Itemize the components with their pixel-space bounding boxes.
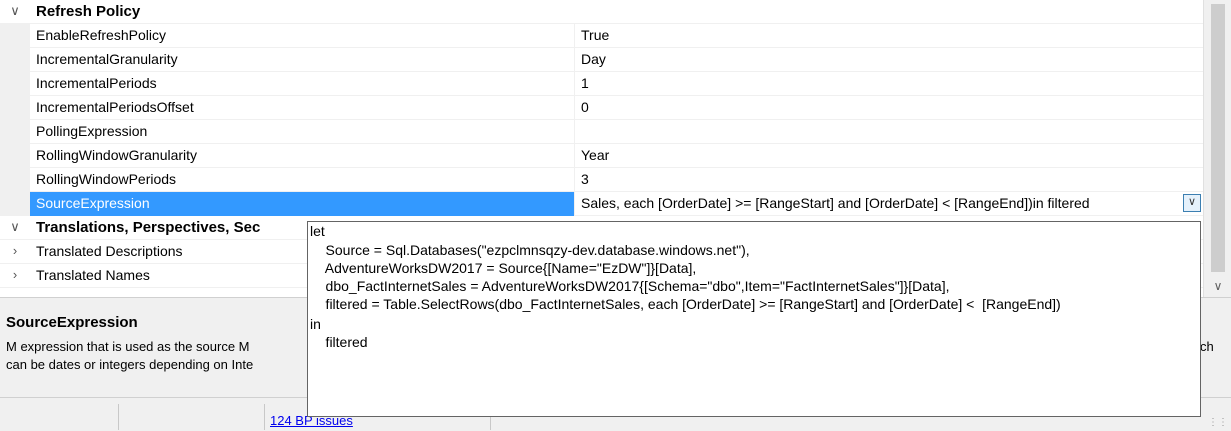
code-line: dbo_FactInternetSales = AdventureWorksDW… [310,278,950,294]
code-line: Source = Sql.Databases("ezpclmnsqzy-dev.… [310,242,750,258]
resize-grip-icon[interactable]: ⋮⋮ [1208,418,1228,428]
property-name: RollingWindowPeriods [36,171,177,187]
chevron-down-icon[interactable]: ∨ [0,0,30,24]
code-line: in [310,316,321,332]
code-line: filtered [310,334,368,350]
property-row-sourceexpression[interactable]: SourceExpression Sales, each [OrderDate]… [0,192,1203,216]
vertical-scrollbar[interactable]: ∨ [1203,0,1231,297]
help-description-tail: ch [1200,339,1214,354]
category-label: Refresh Policy [36,3,141,20]
property-name: IncrementalPeriodsOffset [36,99,194,115]
chevron-down-icon: ∨ [1187,196,1197,208]
scrollbar-thumb[interactable] [1211,4,1225,272]
scroll-down-icon[interactable]: ∨ [1204,277,1231,295]
code-line: filtered = Table.SelectRows(dbo_FactInte… [310,296,1061,312]
property-name: PollingExpression [36,123,148,139]
source-expression-value[interactable]: Sales, each [OrderDate] >= [RangeStart] … [581,195,1090,211]
property-value[interactable]: Year [574,144,1203,168]
status-segment [0,404,119,430]
property-row-incrementalperiodsoffset[interactable]: IncrementalPeriodsOffset 0 [0,96,1203,120]
code-line: let [310,223,325,239]
property-name: EnableRefreshPolicy [36,27,166,43]
property-value[interactable] [574,120,1203,144]
property-row-incrementalgranularity[interactable]: IncrementalGranularity Day [0,48,1203,72]
property-name: IncrementalGranularity [36,51,178,67]
property-row-enablerefreshpolicy[interactable]: EnableRefreshPolicy True [0,24,1203,48]
property-value[interactable]: Sales, each [OrderDate] >= [RangeStart] … [574,192,1203,216]
property-value[interactable]: Day [574,48,1203,72]
property-row-rollingwindowperiods[interactable]: RollingWindowPeriods 3 [0,168,1203,192]
property-row-pollingexpression[interactable]: PollingExpression [0,120,1203,144]
property-name: RollingWindowGranularity [36,147,198,163]
dropdown-button[interactable]: ∨ [1183,194,1201,212]
category-refresh-policy[interactable]: ∨ Refresh Policy [0,0,1203,24]
code-line: AdventureWorksDW2017 = Source{[Name="EzD… [310,260,697,276]
chevron-right-icon[interactable]: › [0,264,30,288]
property-value[interactable]: 1 [574,72,1203,96]
expression-editor-popup[interactable]: let Source = Sql.Databases("ezpclmnsqzy-… [307,221,1201,417]
property-name: IncrementalPeriods [36,75,157,91]
help-title: SourceExpression [6,314,138,331]
chevron-down-icon[interactable]: ∨ [0,216,30,240]
property-row-rollingwindowgranularity[interactable]: RollingWindowGranularity Year [0,144,1203,168]
property-name: SourceExpression [30,192,574,216]
property-value[interactable]: 0 [574,96,1203,120]
status-segment [118,404,265,430]
property-value[interactable]: True [574,24,1203,48]
chevron-right-icon[interactable]: › [0,240,30,264]
property-row-incrementalperiods[interactable]: IncrementalPeriods 1 [0,72,1203,96]
property-value[interactable]: 3 [574,168,1203,192]
